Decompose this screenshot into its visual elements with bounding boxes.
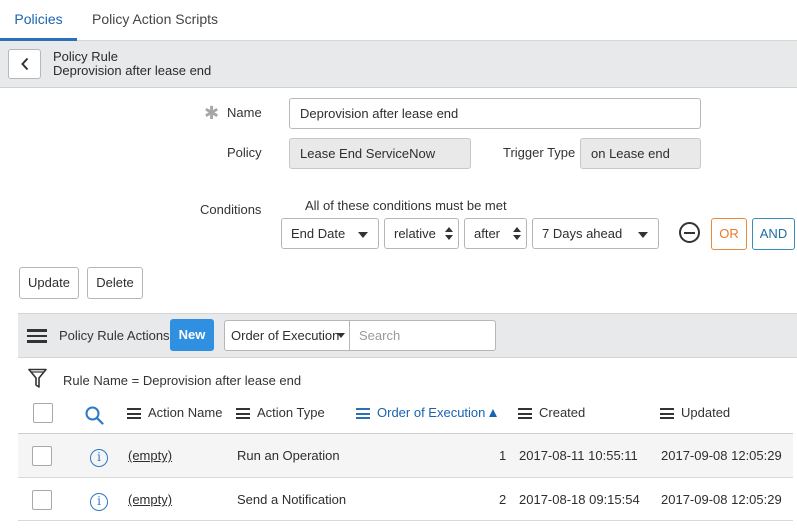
sort-ascending-icon xyxy=(489,409,498,417)
up-down-arrows-icon xyxy=(445,227,453,241)
condition-operator-select[interactable]: after xyxy=(464,218,527,249)
created-cell: 2017-08-11 10:55:11 xyxy=(519,448,638,463)
update-button[interactable]: Update xyxy=(19,267,79,299)
conditions-label: Conditions xyxy=(200,202,262,217)
chevron-left-icon xyxy=(20,57,28,71)
updated-cell: 2017-09-08 12:05:29 xyxy=(661,492,782,507)
filter-icon[interactable] xyxy=(28,368,47,389)
select-all-checkbox[interactable] xyxy=(33,403,53,423)
related-list-title: Policy Rule Actions xyxy=(59,328,170,343)
and-button[interactable]: AND xyxy=(752,218,795,250)
list-menu-icon[interactable] xyxy=(27,329,47,343)
trigger-type-field: on Lease end xyxy=(580,138,701,169)
order-cell: 1 xyxy=(499,448,507,463)
name-field[interactable]: Deprovision after lease end xyxy=(289,98,701,129)
tab-policy-action-scripts[interactable]: Policy Action Scripts xyxy=(92,0,218,41)
created-cell: 2017-08-18 09:15:54 xyxy=(519,492,640,507)
conditions-note: All of these conditions must be met xyxy=(305,198,507,213)
column-header-order-label: Order of Execution xyxy=(377,405,486,420)
column-header-updated[interactable]: Updated xyxy=(681,405,730,420)
up-down-arrows-icon xyxy=(513,227,521,241)
row-checkbox[interactable] xyxy=(32,490,52,510)
filter-breadcrumb: Rule Name = Deprovision after lease end xyxy=(63,373,302,388)
column-header-action-type[interactable]: Action Type xyxy=(257,405,325,420)
record-type: Policy Rule xyxy=(53,49,119,64)
updated-cell: 2017-09-08 12:05:29 xyxy=(661,448,782,463)
required-asterisk-icon: ✱ xyxy=(204,103,220,123)
condition-operator-value: after xyxy=(474,226,501,241)
sort-field-select[interactable]: Order of Execution xyxy=(224,320,350,351)
condition-field-select[interactable]: End Date xyxy=(281,218,379,249)
chevron-down-icon xyxy=(358,232,368,238)
column-menu-icon[interactable] xyxy=(127,408,141,419)
tab-policies[interactable]: Policies xyxy=(0,0,77,41)
record-name: Deprovision after lease end xyxy=(53,63,212,78)
condition-value-select[interactable]: 7 Days ahead xyxy=(532,218,659,249)
column-header-action-name[interactable]: Action Name xyxy=(148,405,222,420)
trigger-type-label: Trigger Type xyxy=(503,145,576,160)
action-type-cell: Run an Operation xyxy=(237,448,340,463)
policy-field: Lease End ServiceNow xyxy=(289,138,471,169)
row-checkbox[interactable] xyxy=(32,446,52,466)
condition-mode-value: relative xyxy=(394,226,436,241)
search-icon[interactable] xyxy=(85,406,104,425)
info-icon[interactable]: i xyxy=(90,449,108,467)
remove-condition-icon[interactable] xyxy=(679,222,700,243)
delete-button[interactable]: Delete xyxy=(87,267,143,299)
column-menu-icon[interactable] xyxy=(356,408,370,419)
action-name-cell[interactable]: (empty) xyxy=(128,492,172,507)
column-header-order-of-execution[interactable]: Order of Execution xyxy=(377,405,498,420)
new-button[interactable]: New xyxy=(170,319,214,351)
action-name-cell[interactable]: (empty) xyxy=(128,448,172,463)
column-menu-icon[interactable] xyxy=(518,408,532,419)
order-cell: 2 xyxy=(499,492,507,507)
table-row: i (empty) Send a Notification 2 2017-08-… xyxy=(18,477,793,521)
chevron-down-icon xyxy=(638,232,648,238)
condition-value-value: 7 Days ahead xyxy=(542,226,623,241)
action-type-cell: Send a Notification xyxy=(237,492,347,507)
name-label: Name xyxy=(227,105,262,120)
info-icon[interactable]: i xyxy=(90,493,108,511)
back-button[interactable] xyxy=(8,49,41,79)
sort-field-value: Order of Execution xyxy=(231,328,340,343)
policy-label: Policy xyxy=(227,145,262,160)
table-row: i (empty) Run an Operation 1 2017-08-11 … xyxy=(18,433,793,477)
record-header: Policy Rule Deprovision after lease end xyxy=(0,41,797,88)
condition-mode-select[interactable]: relative xyxy=(384,218,459,249)
column-menu-icon[interactable] xyxy=(660,408,674,419)
condition-field-value: End Date xyxy=(291,226,346,241)
tab-bar: Policies Policy Action Scripts xyxy=(0,0,797,41)
chevron-down-icon xyxy=(337,333,345,338)
search-input[interactable] xyxy=(349,320,496,351)
column-header-created[interactable]: Created xyxy=(539,405,585,420)
column-menu-icon[interactable] xyxy=(236,408,250,419)
or-button[interactable]: OR xyxy=(711,218,747,250)
